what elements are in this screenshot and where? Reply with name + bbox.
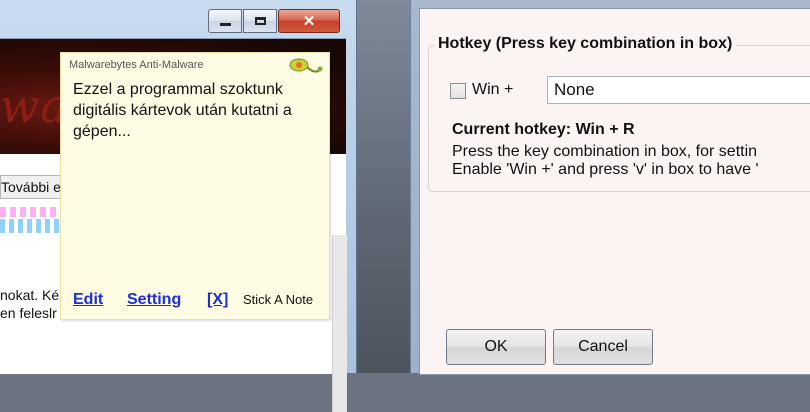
close-icon: ✕ [302,13,316,30]
help-text-line: Press the key combination in box, for se… [452,143,758,160]
banner-logo-text: wa [0,79,69,133]
setting-link[interactable]: Setting [127,291,181,309]
ok-button[interactable]: OK [446,329,546,365]
sticky-note-logo-icon [289,58,323,73]
cancel-button[interactable]: Cancel [553,329,653,365]
browser-titlebar: ✕ [0,0,356,36]
win-modifier-label[interactable]: Win + [472,81,513,99]
note-app-name: Malwarebytes Anti-Malware [69,59,204,71]
page-text-line: nokat. Ké [0,287,60,303]
maximize-button[interactable] [243,9,277,33]
hotkey-dialog-client: Hotkey (Press key combination in box) Wi… [419,8,810,375]
page-text-line: en feleslr [0,305,57,321]
hotkey-input[interactable] [547,76,810,104]
win-modifier-checkbox[interactable] [450,83,466,99]
page-scrollbar[interactable] [332,235,347,412]
close-button[interactable]: ✕ [278,9,340,33]
note-body-text[interactable]: Ezzel a programmal szoktunk digitális ká… [73,79,321,142]
help-text-line: Enable 'Win +' and press 'v' in box to h… [452,161,759,178]
sticky-note[interactable]: Malwarebytes Anti-Malware Ezzel a progra… [60,52,330,320]
note-brand-label: Stick A Note [243,292,314,307]
page-text: nokat. Ké en feleslr [0,286,59,322]
close-note-link[interactable]: [X] [207,291,228,309]
hotkey-dialog-window: Hotkey (Press key combination in box) Wi… [410,0,810,375]
current-hotkey-label: Current hotkey: Win + R [452,121,635,138]
hotkey-help-text: Press the key combination in box, for se… [452,143,759,179]
minimize-button[interactable] [208,9,242,33]
hotkey-group-title: Hotkey (Press key combination in box) [434,35,737,53]
maximize-icon [254,17,266,25]
minimize-icon [219,23,231,26]
edit-link[interactable]: Edit [73,291,103,309]
